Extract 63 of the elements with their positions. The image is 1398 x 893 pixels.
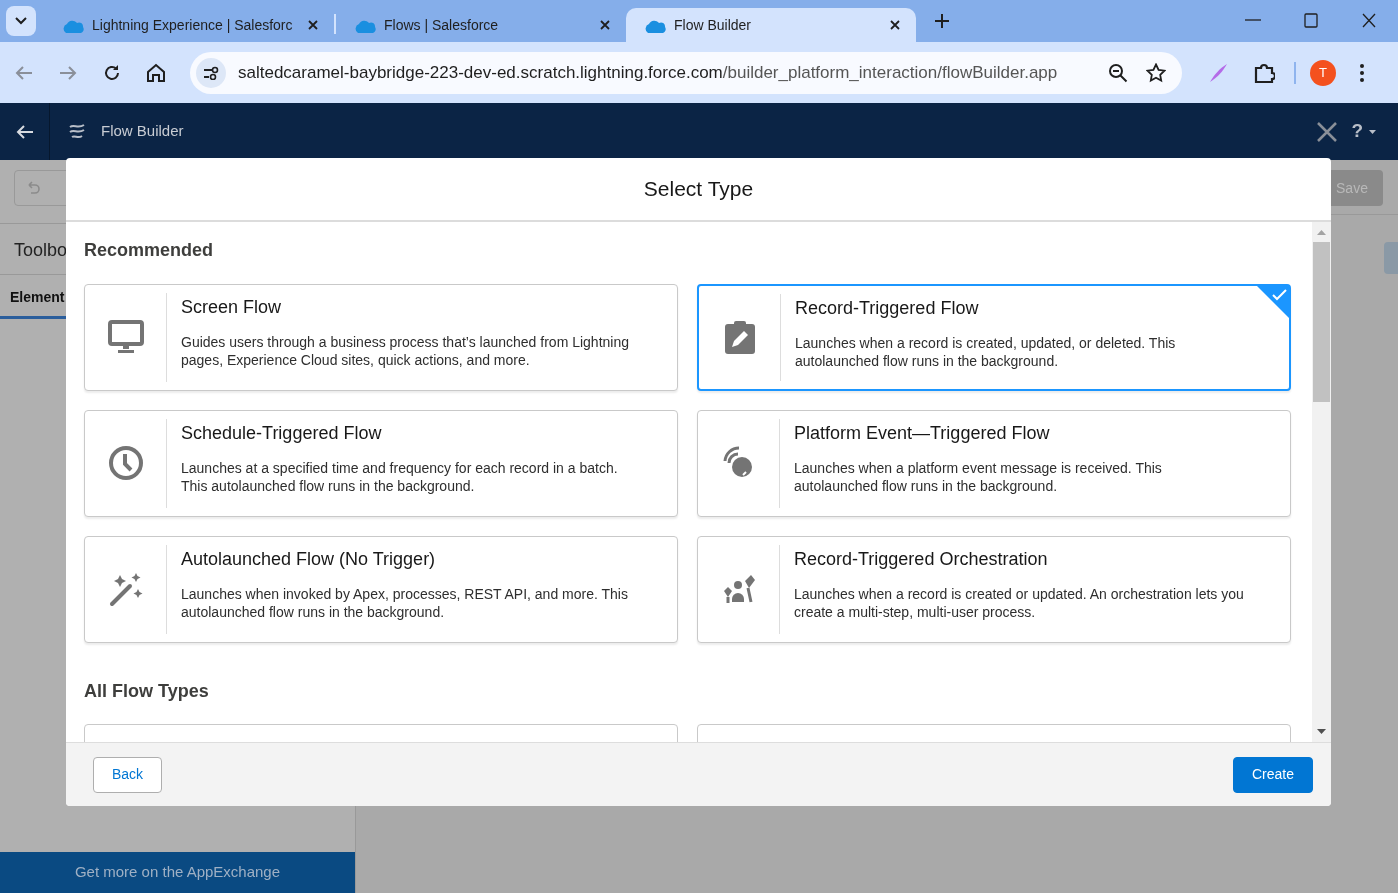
panel-title: Toolbo bbox=[13, 239, 66, 262]
help-menu-button[interactable]: ? bbox=[1351, 117, 1376, 146]
plus-icon bbox=[935, 14, 949, 28]
flow-type-card[interactable]: Record-Triggered Orchestration Launches when a record is created or updated. An orchestration lets you create a multi-step, multi-user process. bbox=[697, 535, 1291, 643]
flow-type-card[interactable]: Record-Triggered Flow Launches when a record is created, updated, or deleted. This autolaunched flow runs in the background. bbox=[697, 283, 1291, 391]
back-button[interactable]: Back bbox=[93, 756, 163, 793]
close-icon bbox=[1361, 12, 1377, 28]
card-description: Launches when invoked by Apex, processes, REST API, and more. This autolaunched flow runs in the background. bbox=[181, 584, 629, 621]
flow-type-card[interactable]: Screen Flow Guides users through a business process that’s launched from Lightning pages, Experience Cloud sites, quick actions, and more. bbox=[84, 283, 678, 391]
flow-type-card[interactable]: Schedule-Triggered Flow Launches at a specified time and frequency for each record in a batch. This autolaunched flow runs in the background. bbox=[84, 409, 678, 517]
dialog-title: Select Type bbox=[643, 176, 754, 203]
maximize-icon bbox=[1303, 12, 1319, 28]
card-title: Record-Triggered Orchestration bbox=[794, 547, 1049, 571]
scroll-down-icon bbox=[1317, 729, 1326, 734]
minimize-icon bbox=[1245, 19, 1261, 21]
close-icon[interactable] bbox=[600, 20, 610, 30]
app-title: Flow Builder bbox=[101, 121, 185, 142]
selected-check-icon bbox=[1256, 284, 1290, 319]
card-title: Autolaunched Flow (No Trigger) bbox=[181, 547, 437, 571]
appexchange-link[interactable]: Get more on the AppExchange bbox=[0, 852, 355, 893]
card-title: Screen Flow bbox=[181, 295, 283, 319]
kebab-icon bbox=[1360, 63, 1364, 82]
home-icon bbox=[146, 63, 166, 82]
card-description: Guides users through a business process that’s launched from Lightning pages, Experience Cloud sites, quick actions, and more. bbox=[181, 332, 630, 369]
browser-tab[interactable]: Flow Builder bbox=[626, 8, 916, 42]
card-title: Record-Triggered Flow bbox=[795, 296, 980, 320]
magic-wand-icon bbox=[107, 571, 144, 608]
arrow-right-icon bbox=[59, 64, 77, 81]
close-icon bbox=[1316, 120, 1339, 143]
flow-type-card[interactable]: Platform Event—Triggered Flow Launches when a platform event message is received. This autolaunched flow runs in the background. bbox=[697, 409, 1291, 517]
arrow-left-icon bbox=[15, 123, 34, 140]
card-description: Launches when a record is created or updated. An orchestration lets you create a multi-step, multi-user process. bbox=[794, 584, 1244, 621]
flow-icon bbox=[68, 122, 86, 141]
sliders-icon bbox=[203, 65, 219, 80]
scrollbar[interactable] bbox=[1312, 222, 1331, 742]
card-title: Platform Event—Triggered Flow bbox=[794, 421, 1051, 445]
flow-type-card[interactable]: Autolaunched Flow (No Trigger) Launches when invoked by Apex, processes, REST API, and more. This autolaunched flow runs in the background. bbox=[84, 535, 678, 643]
create-button[interactable]: Create bbox=[1232, 756, 1313, 793]
card-description: Launches at a specified time and frequency for each record in a batch. This autolaunched flow runs in the background. bbox=[181, 458, 619, 495]
arrow-left-icon bbox=[15, 64, 33, 81]
chevron-down-icon bbox=[15, 17, 27, 25]
site-info-button[interactable] bbox=[196, 57, 226, 88]
caret-down-icon bbox=[1369, 129, 1376, 134]
browser-tab[interactable]: Flows | Salesforce bbox=[336, 8, 626, 42]
card-description: Launches when a platform event message is received. This autolaunched flow runs in the background. bbox=[794, 458, 1163, 495]
card-title: Schedule-Triggered Flow bbox=[181, 421, 383, 445]
monitor-icon bbox=[107, 319, 144, 356]
feather-icon bbox=[1208, 62, 1228, 83]
section-heading: All Flow Types bbox=[84, 680, 210, 703]
reload-icon bbox=[103, 63, 121, 82]
scroll-up-icon bbox=[1317, 230, 1326, 235]
panel-toggle-handle[interactable] bbox=[1384, 242, 1398, 274]
magnifier-minus-icon bbox=[1108, 62, 1128, 83]
close-icon[interactable] bbox=[890, 20, 900, 30]
tab-list-button[interactable] bbox=[6, 6, 36, 36]
section-heading: Recommended bbox=[84, 240, 215, 262]
undo-icon bbox=[25, 180, 41, 196]
close-icon[interactable] bbox=[308, 20, 318, 30]
clock-icon bbox=[107, 445, 144, 482]
star-icon bbox=[1146, 62, 1166, 83]
browser-tab[interactable]: Lightning Experience | Salesforc bbox=[44, 8, 334, 42]
card-description: Launches when a record is created, updated, or deleted. This autolaunched flow runs in the background. bbox=[795, 333, 1177, 370]
puzzle-icon bbox=[1253, 61, 1275, 84]
